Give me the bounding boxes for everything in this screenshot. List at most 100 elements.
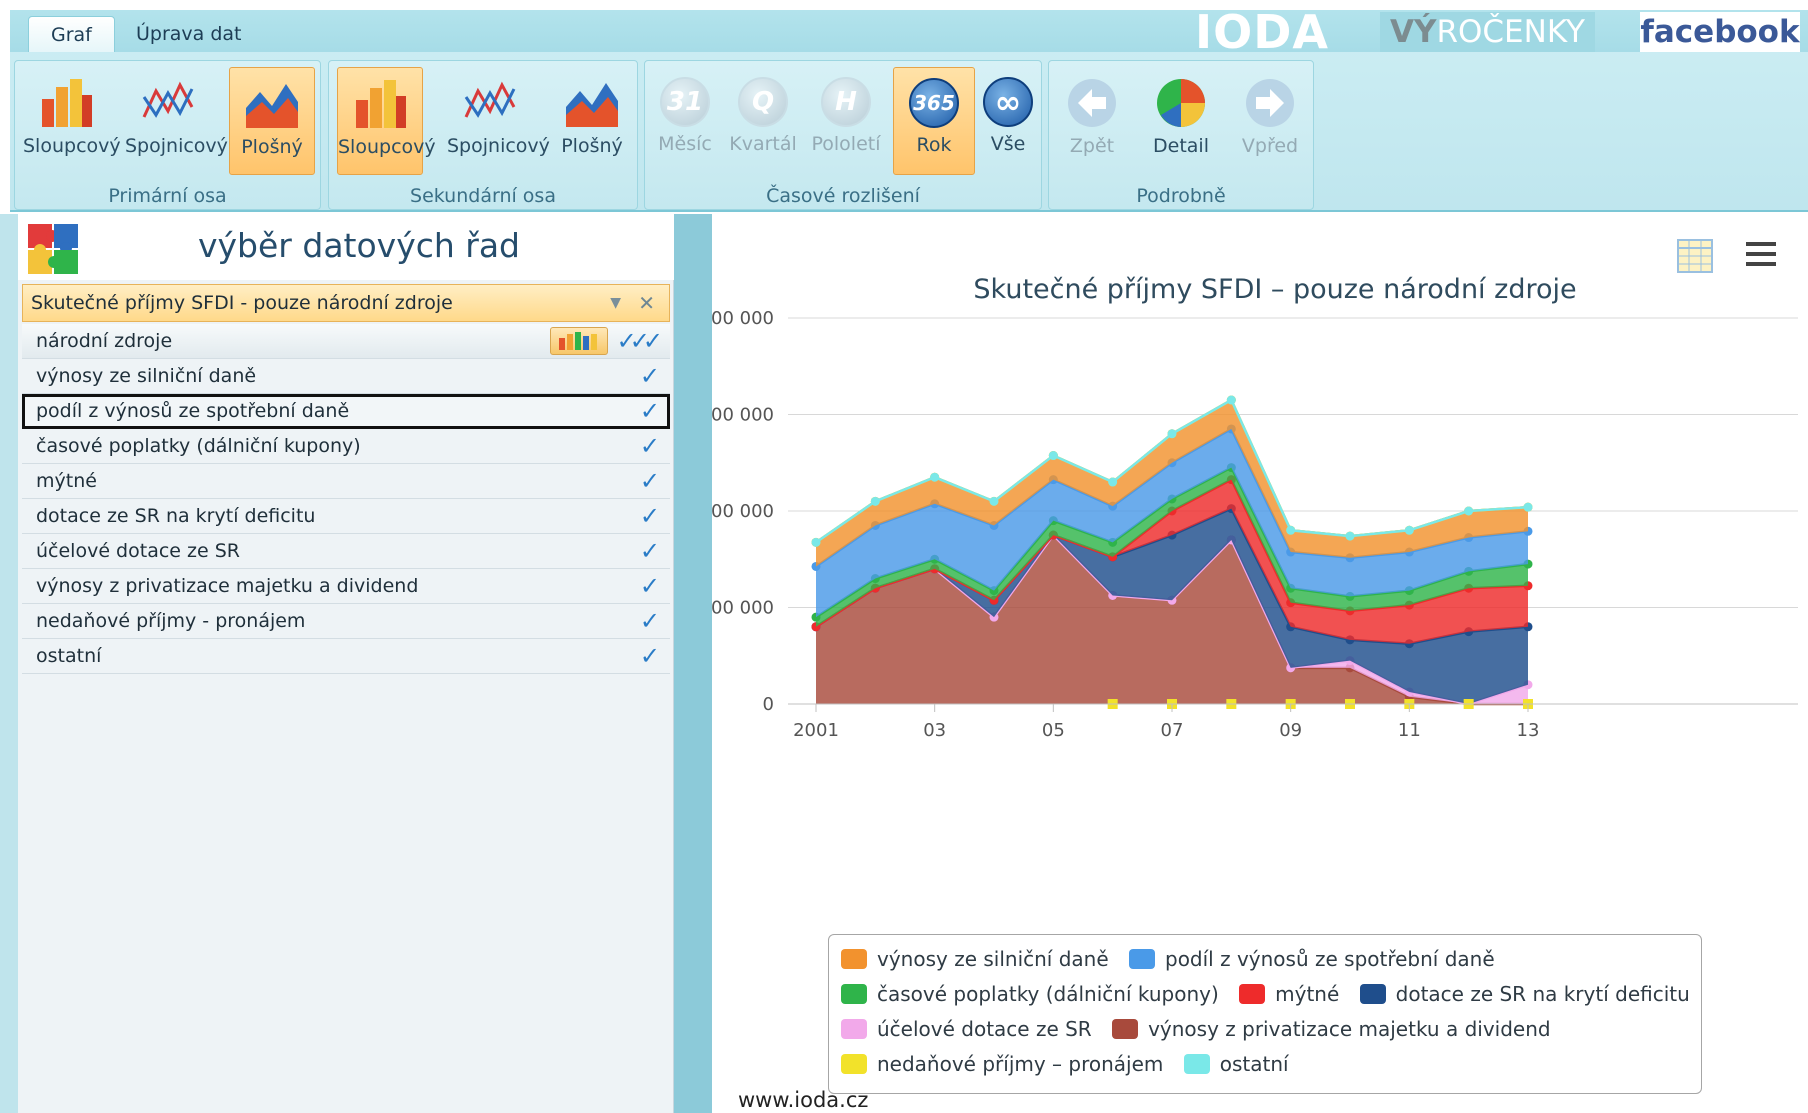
secondary-bar-button[interactable]: Sloupcový: [337, 67, 436, 175]
time-halfyear-button[interactable]: H Pololetí: [807, 67, 885, 175]
data-point: [1523, 502, 1533, 512]
time-halfyear-label: Pololetí: [811, 133, 881, 155]
detail-button[interactable]: Detail: [1139, 67, 1223, 175]
tab-graf[interactable]: Graf: [28, 16, 115, 52]
check-icon[interactable]: ✓: [640, 394, 660, 428]
legend-label: časové poplatky (dálniční kupony): [877, 982, 1219, 1006]
time-year-button[interactable]: 365 Rok: [893, 67, 975, 175]
time-all-label: Vše: [990, 133, 1026, 155]
data-point: [1464, 506, 1474, 516]
legend-label: mýtné: [1275, 982, 1340, 1006]
legend-item[interactable]: výnosy ze silniční daně: [841, 947, 1109, 971]
check-icon[interactable]: ✓: [640, 639, 660, 673]
series-item[interactable]: nedaňové příjmy - pronájem ✓: [22, 604, 670, 639]
series-item[interactable]: výnosy ze silniční daně ✓: [22, 359, 670, 394]
primary-line-button[interactable]: Spojnicový: [125, 67, 228, 175]
tab-uprava-dat[interactable]: Úprava dat: [114, 16, 264, 52]
series-item-label: výnosy ze silniční daně: [36, 365, 257, 387]
legend-item[interactable]: podíl z výnosů ze spotřební daně: [1129, 947, 1495, 971]
calendar-365-icon: 365: [909, 78, 959, 128]
calendar-31-icon: 31: [660, 77, 710, 127]
panel-splitter[interactable]: [674, 214, 712, 1113]
vyrocenky-link[interactable]: VÝROČENKY: [1380, 12, 1595, 52]
series-item[interactable]: ostatní ✓: [22, 639, 670, 674]
series-item[interactable]: podíl z výnosů ze spotřební daně ✓: [22, 394, 670, 429]
series-group-row[interactable]: národní zdroje ✓✓✓: [22, 324, 670, 359]
time-month-button[interactable]: 31 Měsíc: [647, 67, 723, 175]
time-all-button[interactable]: ∞ Vše: [977, 67, 1039, 175]
data-point: [989, 496, 999, 506]
group-secondary-axis-label: Sekundární osa: [410, 185, 556, 207]
legend-row: nedaňové příjmy – pronájem ostatní: [841, 1052, 1689, 1087]
check-icon[interactable]: ✓: [640, 604, 660, 638]
series-panel: výběr datových řad Skutečné příjmy SFDI …: [18, 214, 674, 1113]
legend-swatch: [841, 1054, 867, 1074]
primary-area-label: Plošný: [241, 136, 303, 158]
legend-item[interactable]: časové poplatky (dálniční kupony): [841, 982, 1219, 1006]
stacked-area-chart: 0 20 000 000 40 000 000 60 000 000 80 000 00…: [712, 308, 1798, 741]
x-tick-label: 07: [1161, 720, 1184, 741]
bar-chart-icon: [356, 80, 406, 128]
series-item[interactable]: mýtné ✓: [22, 464, 670, 499]
y-tick-label: 60 000 000: [712, 405, 774, 426]
legend-item[interactable]: mýtné: [1239, 982, 1339, 1006]
legend-label: účelové dotace ze SR: [877, 1017, 1092, 1041]
secondary-line-button[interactable]: Spojnicový: [447, 67, 550, 175]
select-all-check-icon[interactable]: ✓✓✓: [617, 324, 663, 358]
legend-row: výnosy ze silniční daně podíl z výnosů z…: [841, 947, 1689, 982]
data-point: [1286, 525, 1296, 535]
series-list: národní zdroje ✓✓✓ výnosy ze silniční da…: [22, 324, 670, 674]
line-chart-icon: [142, 81, 194, 118]
time-quarter-button[interactable]: Q Kvartál: [725, 67, 801, 175]
secondary-bar-label: Sloupcový: [338, 136, 436, 158]
forward-button[interactable]: Vpřed: [1229, 67, 1311, 175]
area-chart-icon: [566, 83, 618, 127]
chevron-down-icon[interactable]: ▼: [610, 285, 621, 321]
primary-bar-button[interactable]: Sloupcový: [23, 67, 121, 175]
facebook-link[interactable]: facebook: [1640, 12, 1800, 52]
back-button[interactable]: Zpět: [1053, 67, 1131, 175]
ioda-logo[interactable]: IODA: [1195, 9, 1345, 55]
y-tick-label: 80 000 000: [712, 308, 774, 329]
infinity-icon: ∞: [983, 77, 1033, 127]
chart-type-toggle-button[interactable]: [550, 327, 608, 355]
check-icon[interactable]: ✓: [640, 569, 660, 603]
site-url-link[interactable]: www.ioda.cz: [738, 1088, 868, 1112]
x-tick-label: 03: [923, 720, 946, 741]
check-icon[interactable]: ✓: [640, 464, 660, 498]
menu-icon[interactable]: [1746, 242, 1776, 268]
vyrocenky-link-light-text: ROČENKY: [1436, 14, 1585, 50]
series-item[interactable]: výnosy z privatizace majetku a dividend ✓: [22, 569, 670, 604]
group-secondary-axis: Sloupcový Spojnicový Plošný Sekundární o…: [328, 60, 638, 210]
bar-chart-icon: [559, 332, 597, 350]
series-panel-header: výběr datových řad: [18, 214, 674, 280]
data-point: [870, 496, 880, 506]
primary-area-button[interactable]: Plošný: [229, 67, 315, 175]
legend-item[interactable]: nedaňové příjmy – pronájem: [841, 1052, 1163, 1076]
check-icon[interactable]: ✓: [640, 499, 660, 533]
check-icon[interactable]: ✓: [640, 359, 660, 393]
secondary-area-button[interactable]: Plošný: [549, 67, 635, 175]
check-icon[interactable]: ✓: [640, 429, 660, 463]
chart-legend: výnosy ze silniční daně podíl z výnosů z…: [828, 934, 1702, 1094]
time-year-label: Rok: [916, 134, 952, 156]
series-item-label: výnosy z privatizace majetku a dividend: [36, 575, 419, 597]
series-item[interactable]: časové poplatky (dálniční kupony) ✓: [22, 429, 670, 464]
legend-item[interactable]: ostatní: [1183, 1052, 1289, 1076]
series-group-select[interactable]: Skutečné příjmy SFDI - pouze národní zdr…: [22, 284, 670, 322]
series-item[interactable]: účelové dotace ze SR ✓: [22, 534, 670, 569]
data-point: [1226, 395, 1236, 405]
check-icon[interactable]: ✓: [640, 534, 660, 568]
series-item-label: ostatní: [36, 645, 102, 667]
series-item[interactable]: dotace ze SR na krytí deficitu ✓: [22, 499, 670, 534]
legend-item[interactable]: dotace ze SR na krytí deficitu: [1359, 982, 1690, 1006]
primary-line-label: Spojnicový: [125, 135, 228, 157]
legend-item[interactable]: výnosy z privatizace majetku a dividend: [1112, 1017, 1551, 1041]
puzzle-icon: [28, 224, 78, 274]
group-time-resolution: 31 Měsíc Q Kvartál H Pololetí 365 Rok ∞ …: [644, 60, 1042, 210]
secondary-area-label: Plošný: [561, 135, 623, 157]
clear-icon[interactable]: ✕: [638, 285, 655, 321]
arrow-left-icon: [1068, 79, 1116, 127]
table-view-icon[interactable]: [1677, 239, 1713, 273]
legend-item[interactable]: účelové dotace ze SR: [841, 1017, 1092, 1041]
